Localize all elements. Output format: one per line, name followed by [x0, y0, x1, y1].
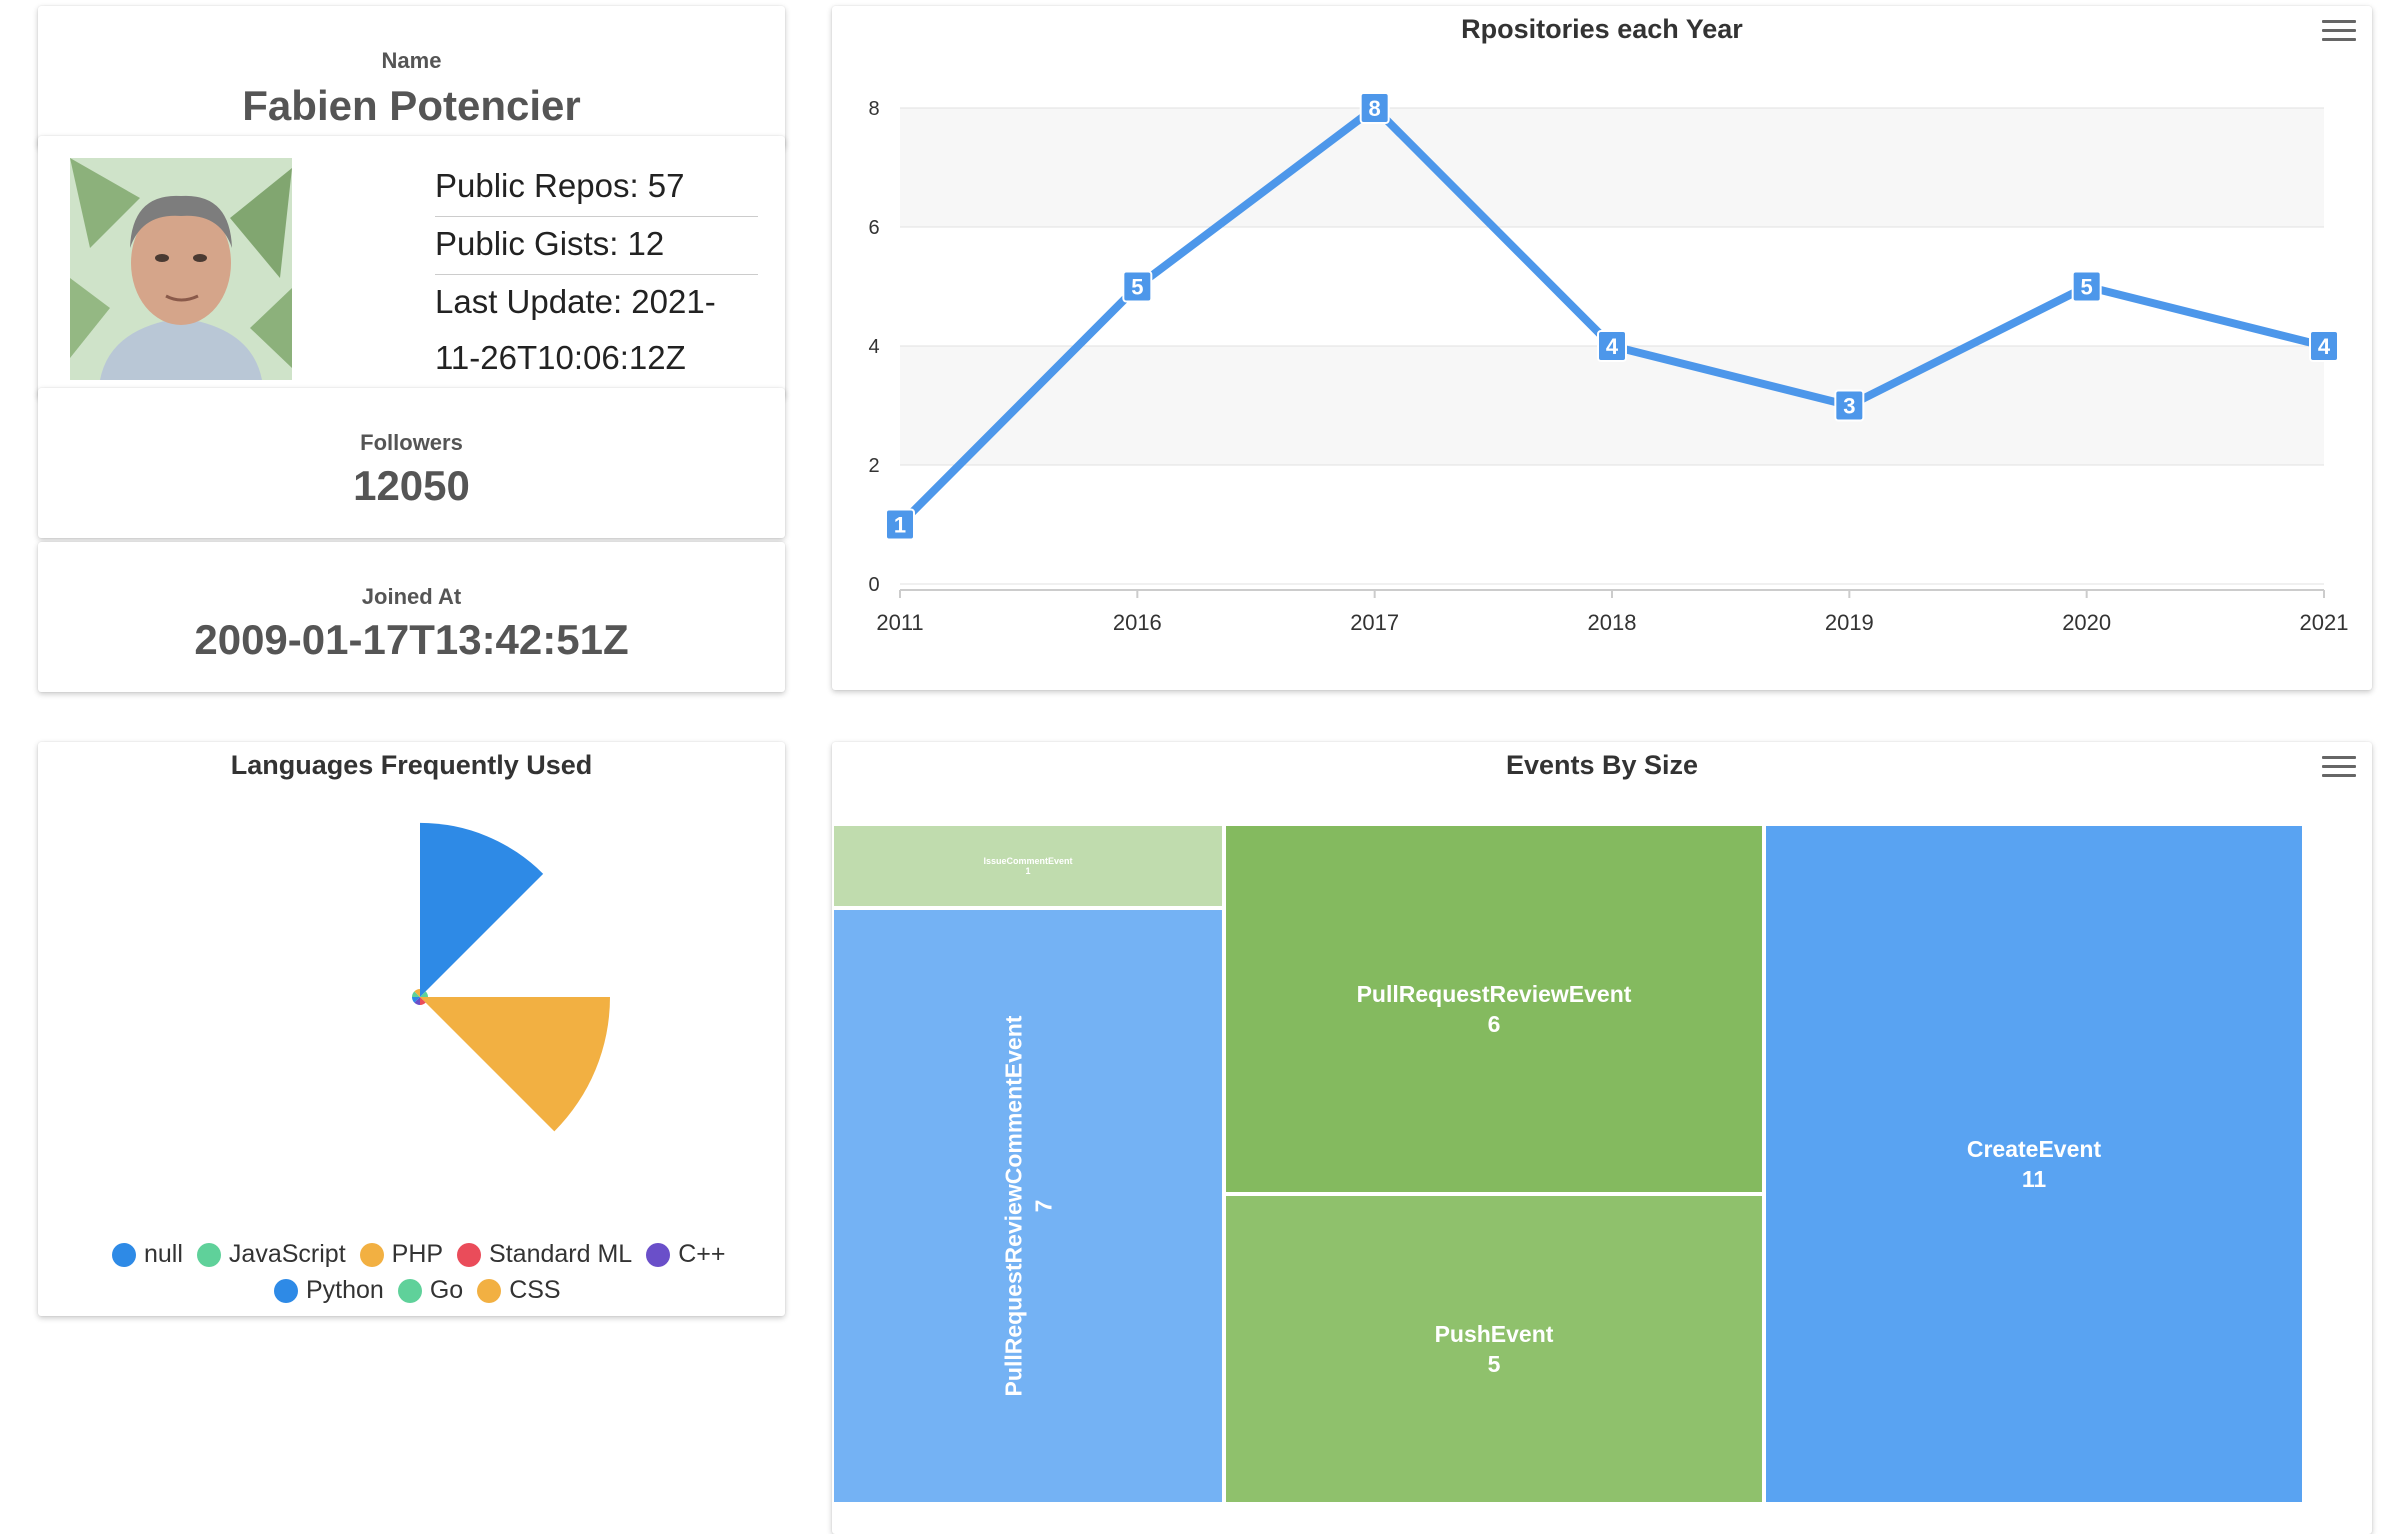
legend-label: JavaScript	[228, 1240, 346, 1268]
y-tick-label: 2	[868, 455, 879, 477]
x-tick-label: 2021	[2300, 610, 2349, 635]
legend-dot	[112, 1242, 136, 1267]
last-update-line-1: Last Update: 2021-	[435, 283, 716, 320]
polar-slice-php	[420, 997, 610, 1132]
legend-row-2: Python Go CSS	[274, 1276, 575, 1305]
treemap-cell-issuecommentevent[interactable]: IssueCommentEvent 1	[834, 826, 1222, 906]
data-label: 4	[2318, 334, 2331, 359]
y-tick-label: 0	[868, 574, 879, 596]
data-label: 1	[894, 513, 906, 538]
grid-band	[900, 465, 2324, 584]
joined-card: Joined At 2009-01-17T13:42:51Z	[38, 542, 785, 692]
treemap-cell-pullrequestreviewcommentevent[interactable]: PullRequestReviewCommentEvent 7	[834, 910, 1222, 1502]
grid-band	[900, 227, 2324, 346]
languages-chart-card: Languages Frequently Used null JavaScrip…	[38, 742, 785, 1316]
legend-label: null	[144, 1240, 183, 1268]
legend-item-css[interactable]: CSS	[477, 1276, 561, 1305]
events-chart-card: Events By Size IssueCommentEvent 1 PullR…	[832, 742, 2372, 1534]
legend-dot	[646, 1242, 671, 1267]
legend-item-cpp[interactable]: C++	[646, 1240, 725, 1269]
name-card: Name Fabien Potencier	[38, 6, 785, 148]
legend-label: C++	[678, 1240, 726, 1268]
legend-dot	[477, 1278, 502, 1303]
legend-item-null[interactable]: null	[112, 1240, 183, 1269]
legend-row-1: null JavaScript PHP Standard ML C++	[112, 1240, 739, 1269]
legend-dot	[397, 1278, 422, 1303]
legend-item-python[interactable]: Python	[274, 1276, 384, 1305]
legend-label: PHP	[391, 1240, 444, 1268]
followers-label: Followers	[360, 430, 463, 455]
y-tick-label: 6	[868, 217, 879, 239]
treemap-value: 5	[1487, 1351, 1501, 1377]
followers-count: 12050	[353, 462, 470, 509]
data-label: 5	[1131, 275, 1143, 300]
legend-dot	[196, 1242, 221, 1267]
grid-band	[900, 346, 2324, 465]
joined-date: 2009-01-17T13:42:51Z	[194, 616, 629, 663]
x-tick-label: 2016	[1113, 610, 1162, 635]
legend-dot	[457, 1242, 482, 1267]
y-tick-label: 8	[868, 98, 879, 120]
treemap-label: CreateEvent	[1966, 1136, 2102, 1162]
public-gists: Public Gists: 12	[435, 225, 665, 262]
treemap-cell-createevent[interactable]: CreateEvent 11	[1766, 826, 2302, 1502]
legend-item-php[interactable]: PHP	[359, 1240, 444, 1269]
treemap-label: PullRequestReviewEvent	[1356, 981, 1632, 1007]
polar-slice-null	[420, 822, 544, 997]
y-tick-label: 4	[868, 336, 879, 358]
x-tick-label: 2018	[1588, 610, 1637, 635]
treemap-value: 7	[1030, 1199, 1056, 1213]
avatar	[70, 158, 292, 380]
legend-item-standard-ml[interactable]: Standard ML	[457, 1240, 632, 1269]
grid-band	[900, 108, 2324, 227]
followers-card: Followers 12050	[38, 388, 785, 538]
data-label: 4	[1606, 334, 1619, 359]
events-chart-title: Events By Size	[1505, 750, 1699, 780]
legend-item-javascript[interactable]: JavaScript	[196, 1240, 346, 1269]
x-tick-label: 2017	[1350, 610, 1399, 635]
data-label: 8	[1369, 96, 1381, 121]
treemap-value: 6	[1487, 1011, 1501, 1037]
treemap-label: IssueCommentEvent	[983, 856, 1073, 866]
name-label: Name	[381, 48, 442, 73]
treemap-cell-pushevent[interactable]: PushEvent 5	[1226, 1196, 1762, 1502]
languages-chart-title: Languages Frequently Used	[230, 750, 593, 780]
last-update-line-2: 11-26T10:06:12Z	[435, 339, 686, 376]
hamburger-menu-icon[interactable]	[2322, 756, 2356, 778]
x-tick-label: 2020	[2062, 610, 2111, 635]
legend-dot	[359, 1242, 384, 1267]
treemap-value: 11	[2021, 1166, 2047, 1192]
x-tick-label: 2019	[1825, 610, 1874, 635]
profile-card: Public Repos: 57 Public Gists: 12 Last U…	[38, 136, 785, 398]
treemap-label: PullRequestReviewCommentEvent	[1000, 1015, 1026, 1397]
legend-label: CSS	[509, 1276, 561, 1304]
joined-label: Joined At	[361, 584, 462, 609]
treemap-rotated-label: PullRequestReviewCommentEvent 7	[998, 1016, 1058, 1397]
legend-label: Standard ML	[489, 1240, 633, 1268]
legend-label: Go	[429, 1276, 464, 1304]
data-label: 3	[1843, 394, 1855, 419]
treemap-label: PushEvent	[1434, 1321, 1554, 1347]
legend-dot	[274, 1278, 298, 1303]
treemap-cell-pullrequestreviewevent[interactable]: PullRequestReviewEvent 6	[1226, 826, 1762, 1192]
repos-chart-card: Rpositories each Year 0 2 4 6 8 2011 2016 2017 2…	[832, 6, 2372, 690]
user-name: Fabien Potencier	[242, 82, 581, 129]
polar-chart	[412, 822, 610, 1132]
public-repos: Public Repos: 57	[435, 167, 685, 204]
legend-item-go[interactable]: Go	[397, 1276, 464, 1305]
treemap-value: 1	[1025, 866, 1031, 876]
line-chart: 0 2 4 6 8 2011 2016 2017 2018 2019 2020 2021 1 5 8 4 3 5 4	[868, 92, 2349, 635]
data-label: 5	[2081, 275, 2093, 300]
legend-label: Python	[306, 1276, 384, 1304]
x-tick-label: 2011	[876, 610, 923, 635]
